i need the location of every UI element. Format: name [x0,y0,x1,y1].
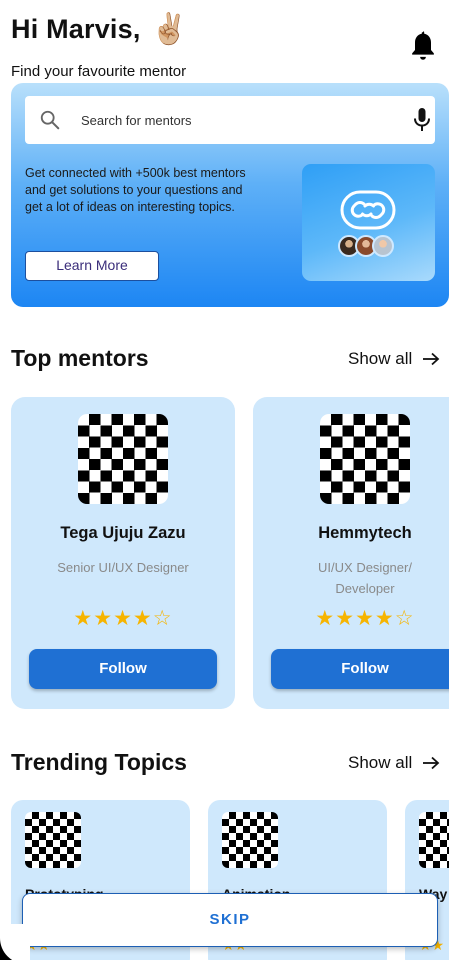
search-icon[interactable] [39,109,61,131]
show-all-label: Show all [348,349,413,368]
follow-button[interactable]: Follow [29,649,217,689]
topic-image [25,812,81,868]
skip-button[interactable]: SKIP [22,893,438,947]
mentor-role: Senior UI/UX Designer [57,560,189,575]
link-icon [340,190,396,230]
star-rating: ★★★★☆ [315,606,415,630]
connect-card [302,164,435,281]
avatar [372,235,394,257]
bell-icon[interactable] [409,30,437,62]
mentor-name: Hemmytech [318,524,412,542]
show-all-label: Show all [348,753,413,772]
page-subtitle: Find your favourite mentor [11,63,187,80]
search-bar [25,96,435,144]
top-mentors-title: Top mentors [11,345,149,371]
screen-edge [449,0,460,960]
greeting-text: Hi Marvis, [11,14,141,44]
avatar-group [338,235,394,257]
trending-show-all[interactable]: Show all [348,753,440,773]
device-corner [0,924,30,960]
mentor-photo [320,414,410,504]
mentor-photo [78,414,168,504]
search-input[interactable] [81,106,381,134]
mentor-name: Tega Ujuju Zazu [60,524,186,542]
arrow-right-icon [423,756,440,770]
hero-description: Get connected with +500k best mentors an… [25,166,246,214]
top-mentors-show-all[interactable]: Show all [348,349,440,369]
mentor-card[interactable]: Hemmytech UI/UX Designer/ Developer ★★★★… [253,397,460,709]
follow-button[interactable]: Follow [271,649,459,689]
learn-more-button[interactable]: Learn More [25,251,159,281]
hero-banner: Get connected with +500k best mentors an… [11,83,449,307]
mentor-role: UI/UX Designer/ Developer [318,560,412,596]
victory-hand-emoji: ✌🏼 [150,12,189,46]
topic-image [222,812,278,868]
microphone-icon[interactable] [412,107,432,133]
star-rating: ★★★★☆ [73,606,173,630]
arrow-right-icon [423,352,440,366]
trending-topics-title: Trending Topics [11,749,187,775]
home-screen: Hi Marvis, ✌🏼 Find your favourite mentor… [0,0,460,960]
greeting: Hi Marvis, ✌🏼 [11,14,188,45]
mentor-card[interactable]: Tega Ujuju Zazu Senior UI/UX Designer ★★… [11,397,235,709]
